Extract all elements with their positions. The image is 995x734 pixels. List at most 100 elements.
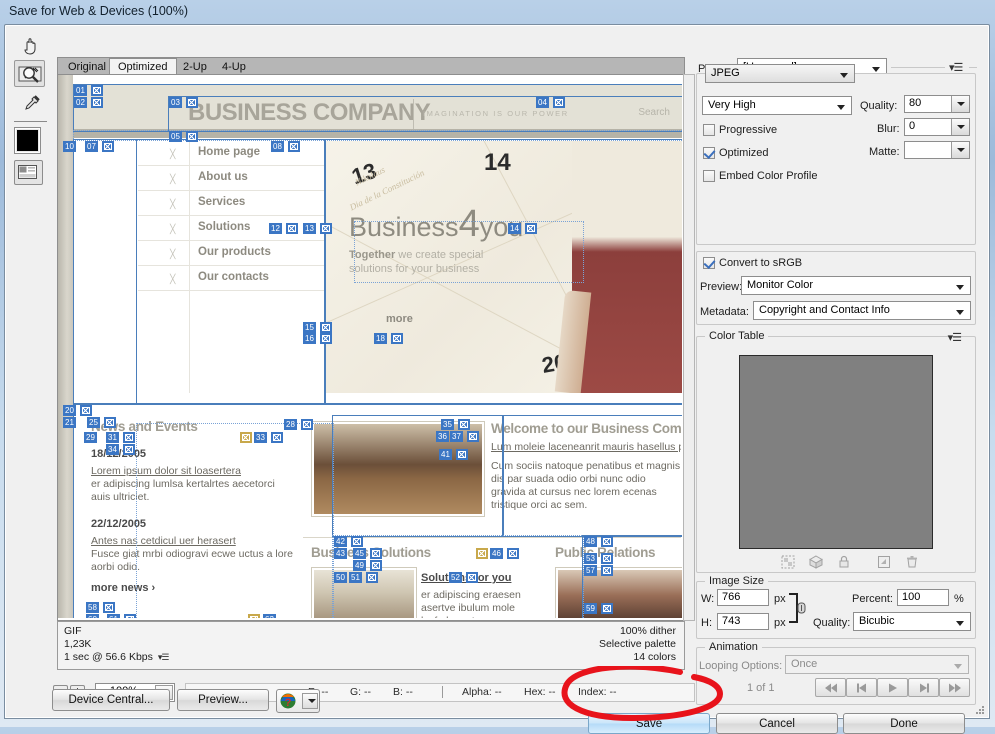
chevron-down-icon[interactable] xyxy=(951,142,969,158)
link-constrain-icon[interactable] xyxy=(787,590,809,626)
slice-link-icon[interactable] xyxy=(91,97,103,108)
slice-badge[interactable]: 14 xyxy=(508,223,521,234)
foreground-color-swatch[interactable] xyxy=(14,127,41,154)
chevron-down-icon[interactable] xyxy=(951,96,969,112)
slice-badge[interactable]: 21 xyxy=(63,417,76,428)
slice-link-icon[interactable] xyxy=(103,602,115,613)
slice-link-icon[interactable] xyxy=(80,405,92,416)
preview-dropdown[interactable]: Monitor Color xyxy=(741,276,971,295)
slice-link-icon[interactable] xyxy=(601,553,613,564)
slice-badge[interactable]: 08 xyxy=(271,141,284,152)
slice-link-icon[interactable] xyxy=(320,223,332,234)
resize-grip[interactable] xyxy=(974,704,986,716)
slice-link-icon[interactable] xyxy=(351,536,363,547)
save-button[interactable]: Save xyxy=(588,713,710,734)
optimized-preview-pane[interactable]: BUSINESS COMPANY IMAGINATION IS OUR POWE… xyxy=(57,74,685,621)
quality-stepper[interactable]: 80 xyxy=(904,95,970,113)
slice-image-icon[interactable] xyxy=(248,614,260,618)
slice-link-icon[interactable] xyxy=(91,85,103,96)
slice-badge[interactable]: 49 xyxy=(353,560,366,571)
slice-badge[interactable]: 36 xyxy=(436,431,449,442)
device-central-button[interactable]: Device Central... xyxy=(52,689,170,711)
done-button[interactable]: Done xyxy=(843,713,965,734)
slice-badge[interactable]: 52 xyxy=(449,572,462,583)
slice-badge[interactable]: 51 xyxy=(349,572,362,583)
slice-link-icon[interactable] xyxy=(123,444,135,455)
color-table-swatches[interactable] xyxy=(739,355,933,549)
slice-badge[interactable]: 60 xyxy=(86,614,99,618)
slice-badge[interactable]: 29 xyxy=(84,432,97,443)
web-shift-icon[interactable] xyxy=(809,555,823,569)
slice-badge[interactable]: 45 xyxy=(353,548,366,559)
slice-badge[interactable]: 07 xyxy=(85,141,98,152)
slice-badge[interactable]: 25 xyxy=(87,417,100,428)
optimized-checkbox[interactable] xyxy=(703,147,715,159)
preview-in-browser-button[interactable]: ? xyxy=(276,689,320,713)
slice-link-icon[interactable] xyxy=(104,417,116,428)
height-input[interactable]: 743 xyxy=(717,613,769,630)
looping-options-dropdown[interactable]: Once xyxy=(785,655,969,674)
slice-link-icon[interactable] xyxy=(525,223,537,234)
slice-badge[interactable]: 43 xyxy=(334,548,347,559)
slice-link-icon[interactable] xyxy=(320,333,332,344)
slice-link-icon[interactable] xyxy=(186,131,198,142)
slice-badge[interactable]: 46 xyxy=(490,548,503,559)
play-button[interactable] xyxy=(877,678,908,697)
slice-link-icon[interactable] xyxy=(102,141,114,152)
new-color-icon[interactable] xyxy=(877,555,891,569)
slice-link-icon[interactable] xyxy=(391,333,403,344)
file-format-dropdown[interactable]: JPEG xyxy=(705,64,855,83)
metadata-dropdown[interactable]: Copyright and Contact Info xyxy=(753,301,971,320)
slice-link-icon[interactable] xyxy=(366,572,378,583)
slice-link-icon[interactable] xyxy=(553,97,565,108)
slice-badge[interactable]: 35 xyxy=(441,419,454,430)
slice-link-icon[interactable] xyxy=(507,548,519,559)
slice-link-icon[interactable] xyxy=(286,223,298,234)
slice-badge[interactable]: 15 xyxy=(303,322,316,333)
slice-badge[interactable]: 28 xyxy=(284,419,297,430)
slice-badge[interactable]: 16 xyxy=(303,333,316,344)
slice-link-icon[interactable] xyxy=(458,419,470,430)
slice-link-icon[interactable] xyxy=(601,565,613,576)
slice-link-icon[interactable] xyxy=(123,432,135,443)
slice-badge[interactable]: 02 xyxy=(74,97,87,108)
info-flyout-menu-icon[interactable]: ▾☰ xyxy=(158,652,170,663)
slice-link-icon[interactable] xyxy=(370,560,382,571)
color-table-flyout-menu-icon[interactable]: ▾☰ xyxy=(948,331,962,344)
last-frame-button[interactable] xyxy=(939,678,970,697)
slice-badge[interactable]: 58 xyxy=(86,602,99,613)
quality-preset-dropdown[interactable]: Very High xyxy=(702,96,852,115)
slice-badge[interactable]: 31 xyxy=(106,432,119,443)
slice-badge[interactable]: 53 xyxy=(584,553,597,564)
slice-badge[interactable]: 01 xyxy=(74,85,87,96)
slice-badge[interactable]: 10 xyxy=(63,141,76,152)
previous-frame-button[interactable] xyxy=(846,678,877,697)
slice-badge[interactable]: 34 xyxy=(106,444,119,455)
slice-link-icon[interactable] xyxy=(320,322,332,333)
slice-link-icon[interactable] xyxy=(601,536,613,547)
slice-link-icon[interactable] xyxy=(124,614,136,618)
slice-badge[interactable]: 20 xyxy=(63,405,76,416)
trash-icon[interactable] xyxy=(905,555,919,569)
chevron-down-icon[interactable] xyxy=(302,693,318,709)
progressive-checkbox[interactable] xyxy=(703,124,715,136)
next-frame-button[interactable] xyxy=(908,678,939,697)
slice-image-icon[interactable] xyxy=(476,548,488,559)
percent-input[interactable]: 100 xyxy=(897,589,949,606)
width-input[interactable]: 766 xyxy=(717,589,769,606)
slice-badge[interactable]: 03 xyxy=(169,97,182,108)
slice-badge[interactable]: 41 xyxy=(439,449,452,460)
slice-image-icon[interactable] xyxy=(240,432,252,443)
eyedropper-tool[interactable] xyxy=(14,89,47,118)
slice-link-icon[interactable] xyxy=(467,431,479,442)
slice-link-icon[interactable] xyxy=(370,548,382,559)
lock-icon[interactable] xyxy=(837,555,851,569)
slice-badge[interactable]: 62 xyxy=(263,614,276,618)
matte-swatch-dropdown[interactable] xyxy=(904,141,970,159)
slice-badge[interactable]: 05 xyxy=(169,131,182,142)
slice-badge[interactable]: 57 xyxy=(584,565,597,576)
slice-badge[interactable]: 12 xyxy=(269,223,282,234)
first-frame-button[interactable] xyxy=(815,678,846,697)
slice-badge[interactable]: 59 xyxy=(584,603,597,614)
slice-badge[interactable]: 04 xyxy=(536,97,549,108)
